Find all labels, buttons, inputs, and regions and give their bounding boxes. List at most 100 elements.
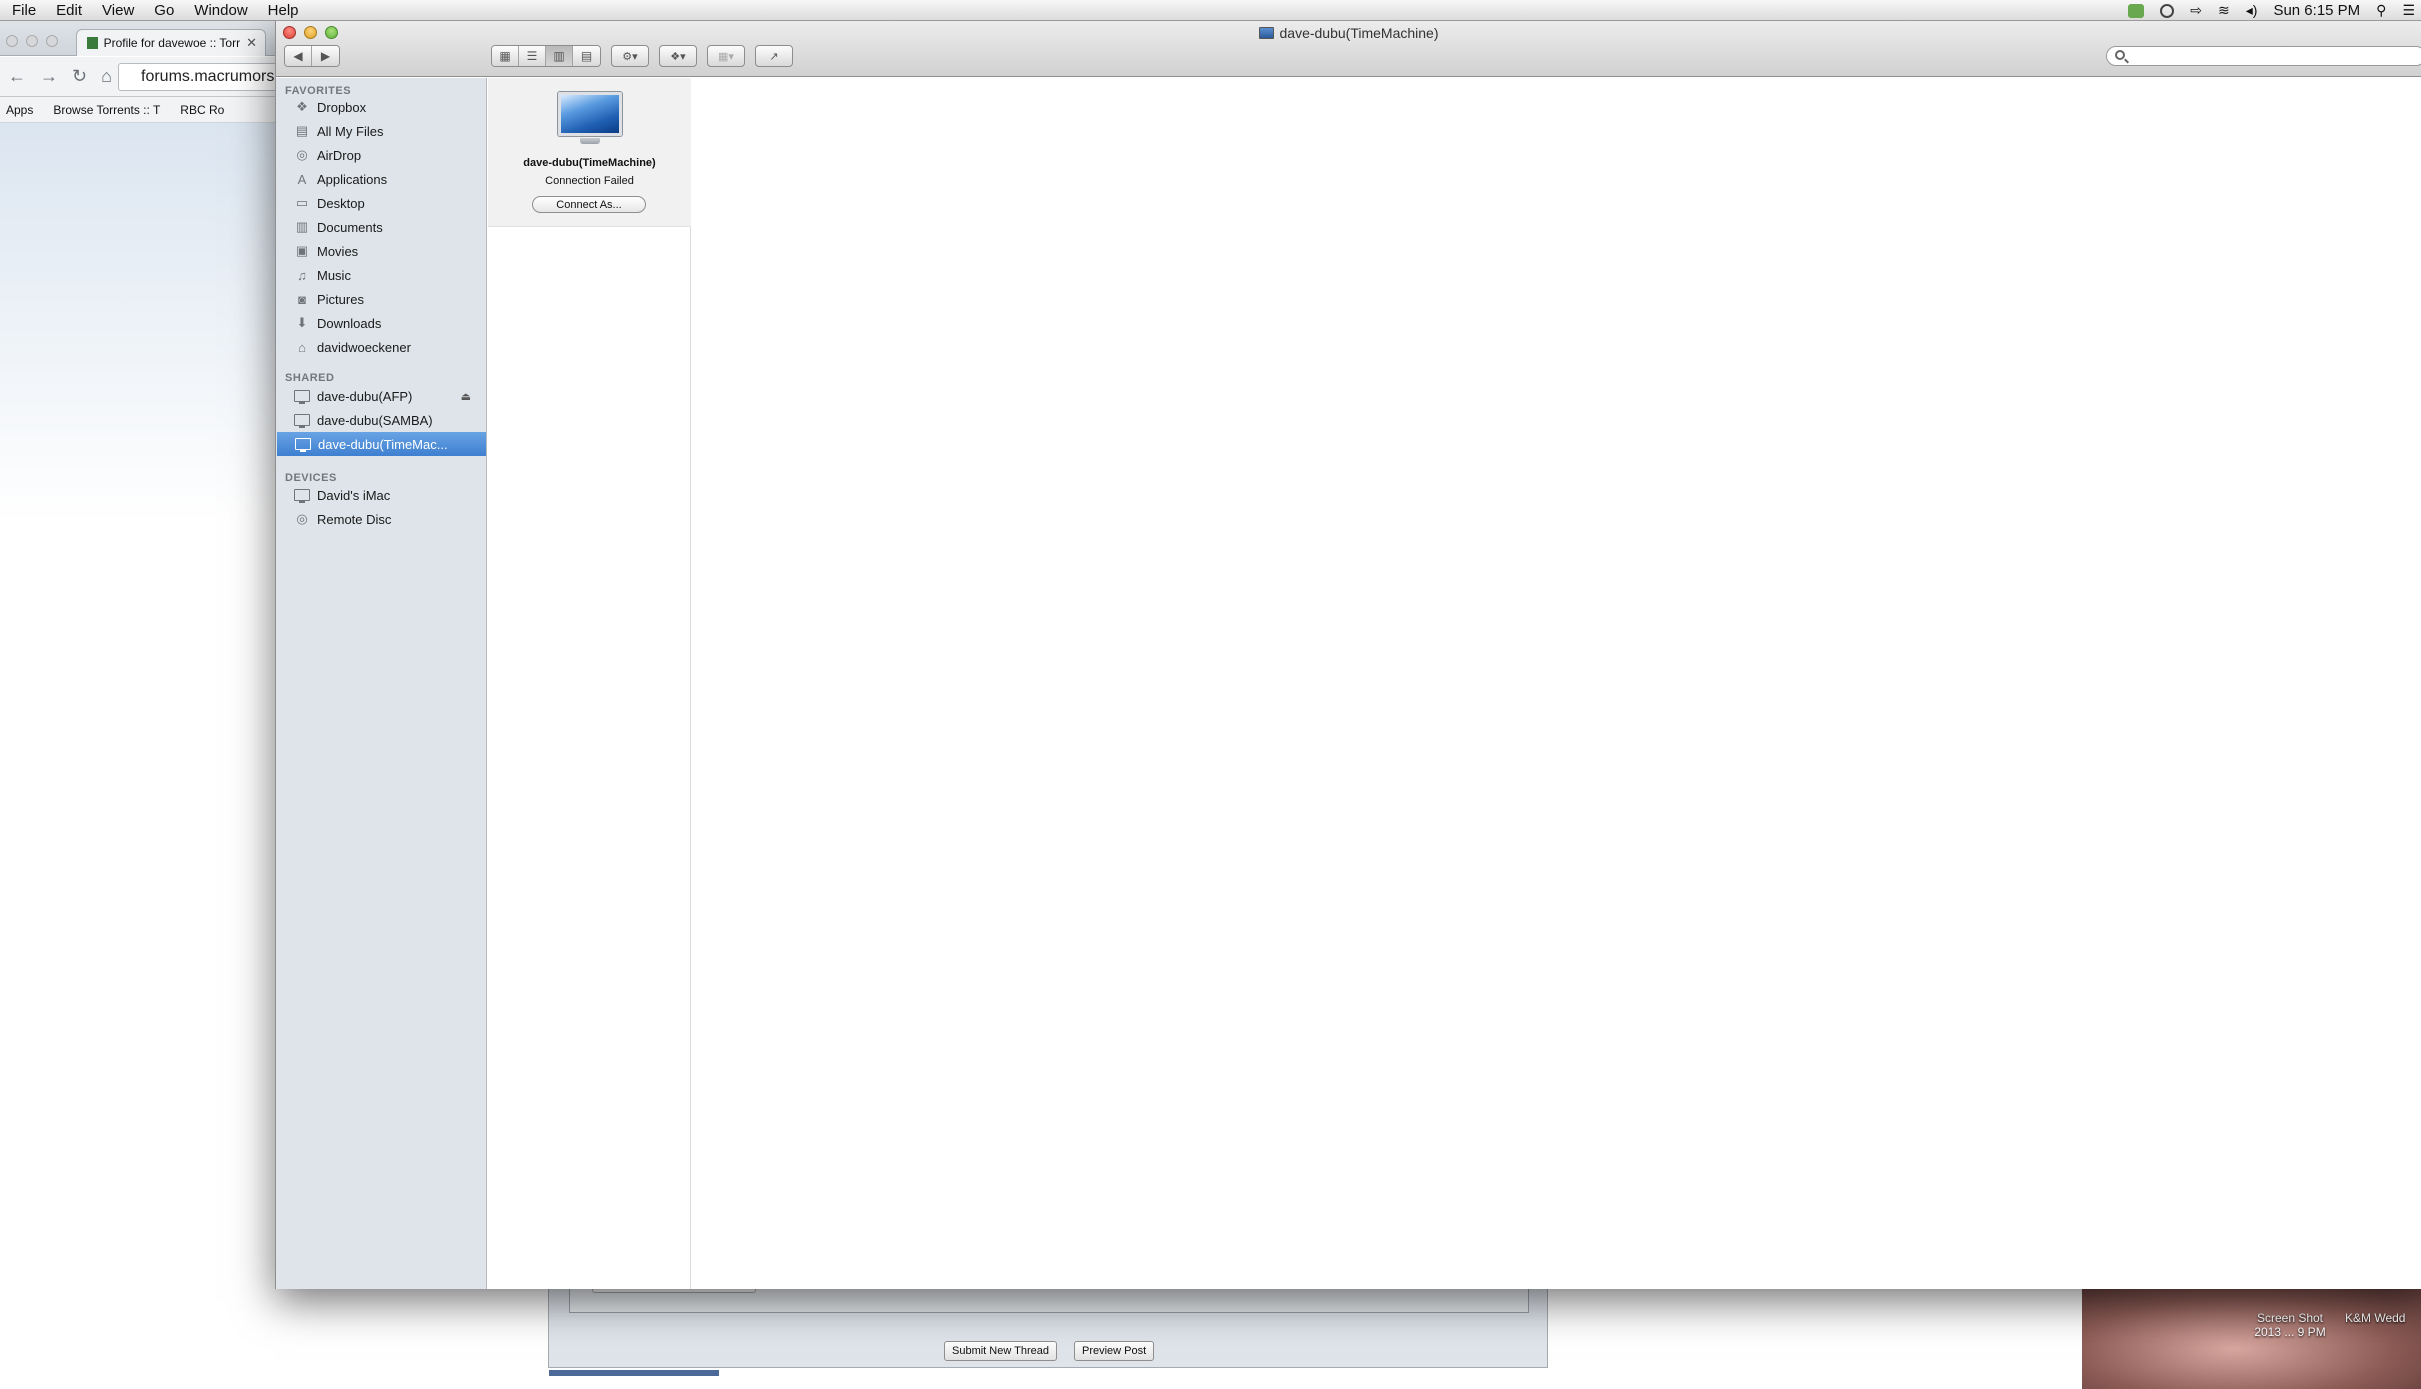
browser-close-icon[interactable] [6, 35, 18, 47]
arrange-button[interactable]: ▦▾ [707, 45, 745, 67]
sidebar-item-dave-dubu-timemachine[interactable]: dave-dubu(TimeMac... [277, 432, 486, 456]
sidebar-item-davids-imac[interactable]: David's iMac [276, 483, 487, 507]
back-forward-control: ◀ ▶ [284, 45, 340, 67]
finder-window: dave-dubu(TimeMachine) ◀ ▶ ▦ ☰ ▥ ▤ ⚙▾ ❖▾… [275, 21, 2421, 1289]
shared-header: SHARED [285, 372, 335, 384]
menu-help[interactable]: Help [258, 2, 309, 19]
notification-icon[interactable]: ☰ [2402, 2, 2415, 19]
wifi-icon[interactable]: ≋ [2218, 2, 2230, 19]
monitor-icon [294, 388, 310, 404]
airdrop-icon: ◎ [296, 147, 308, 162]
menu-go[interactable]: Go [144, 2, 184, 19]
sidebar-item-pictures[interactable]: ◙ Pictures [276, 287, 487, 311]
dropbox-icon: ❖▾ [670, 50, 686, 63]
share-button[interactable]: ↗ [755, 45, 793, 67]
music-icon: ♫ [297, 267, 307, 283]
bookmark-browse-torrents[interactable]: Browse Torrents :: T [53, 103, 160, 117]
volume-icon[interactable]: ◂) [2246, 2, 2258, 19]
pictures-icon: ◙ [298, 291, 306, 307]
eject-icon[interactable]: ⏏ [461, 390, 471, 403]
downloads-icon: ⬇ [296, 315, 308, 330]
menu-file[interactable]: File [0, 2, 46, 19]
bookmark-rbc[interactable]: RBC Ro [180, 103, 224, 117]
window-title: dave-dubu(TimeMachine) [276, 25, 2421, 41]
menu-view[interactable]: View [92, 2, 144, 19]
sidebar-item-downloads[interactable]: ⬇ Downloads [276, 311, 487, 335]
sidebar-item-airdrop[interactable]: ◎ AirDrop [276, 143, 487, 167]
menu-clock[interactable]: Sun 6:15 PM [2273, 2, 2360, 19]
sidebar-item-applications[interactable]: A Applications [276, 167, 487, 191]
server-monitor-icon [558, 92, 622, 144]
sidebar-item-documents[interactable]: ▥ Documents [276, 215, 487, 239]
back-arrow-icon[interactable]: ◀ [285, 46, 312, 66]
connection-status: Connection Failed [545, 175, 634, 187]
menu-extras: ⇨ ≋ ◂) Sun 6:15 PM ⚲ ☰ [2128, 0, 2415, 21]
browser-zoom-icon[interactable] [46, 35, 58, 47]
time-machine-icon[interactable] [2160, 3, 2175, 18]
menu-edit[interactable]: Edit [46, 2, 92, 19]
forward-arrow-icon[interactable]: ▶ [312, 46, 339, 66]
dropbox-button[interactable]: ❖▾ [659, 45, 697, 67]
menu-window[interactable]: Window [184, 2, 257, 19]
list-view-icon[interactable]: ☰ [519, 46, 546, 66]
sidebar-item-label: davidwoeckener [317, 339, 411, 355]
documents-icon: ▥ [295, 219, 309, 234]
dropbox-status-icon[interactable] [2128, 3, 2145, 18]
connect-as-button[interactable]: Connect As... [532, 196, 646, 213]
server-info-panel: dave-dubu(TimeMachine) Connection Failed… [488, 78, 691, 227]
sidebar-item-label: Music [317, 267, 351, 283]
sidebar-item-home[interactable]: ⌂ davidwoeckener [276, 335, 487, 359]
applications-icon: A [297, 171, 307, 187]
reload-icon[interactable]: ↻ [72, 66, 87, 87]
cover-flow-icon[interactable]: ▤ [573, 46, 600, 66]
sidebar-item-remote-disc[interactable]: ◎ Remote Disc [276, 507, 487, 531]
sidebar-item-movies[interactable]: ▣ Movies [276, 239, 487, 263]
monitor-icon [295, 436, 311, 452]
sidebar-item-desktop[interactable]: ▭ Desktop [276, 191, 487, 215]
home-icon[interactable]: ⌂ [101, 66, 112, 87]
desktop-file-wedding[interactable]: K&M Wedd [2345, 1311, 2421, 1325]
dropbox-icon: ❖ [296, 99, 308, 114]
submit-new-thread-button[interactable]: Submit New Thread [944, 1341, 1058, 1361]
server-name: dave-dubu(TimeMachine) [523, 157, 656, 169]
sidebar-item-label: David's iMac [317, 487, 391, 503]
back-icon[interactable]: ← [8, 66, 26, 87]
disc-icon: ◎ [296, 511, 308, 526]
desktop-file-label-1: Screen Shot [2256, 1311, 2324, 1325]
sidebar-item-music[interactable]: ♫ Music [276, 263, 487, 287]
monitor-icon [294, 487, 310, 503]
search-icon [2115, 50, 2125, 60]
desktop-wallpaper [2082, 1289, 2421, 1389]
sidebar-item-label: Documents [317, 219, 383, 235]
browser-minimize-icon[interactable] [26, 35, 38, 47]
sidebar-item-label: AirDrop [317, 147, 362, 163]
spotlight-icon[interactable]: ⚲ [2376, 2, 2386, 19]
sidebar-item-label: Desktop [317, 195, 365, 211]
desktop-file-screenshot[interactable]: Screen Shot 2013 ... 9 PM [2240, 1311, 2340, 1339]
sidebar-item-dave-dubu-afp[interactable]: dave-dubu(AFP) ⏏ [276, 384, 487, 408]
tab-close-icon[interactable]: ✕ [246, 35, 257, 51]
forward-icon[interactable]: → [40, 66, 58, 87]
menu-bar: File Edit View Go Window Help ⇨ ≋ ◂) Sun… [0, 0, 2421, 21]
desktop-icon: ▭ [295, 195, 309, 210]
preview-post-button[interactable]: Preview Post [1074, 1341, 1155, 1361]
browser-tab[interactable]: Profile for davewoe :: Torr ✕ [76, 29, 266, 56]
action-button[interactable]: ⚙▾ [611, 45, 649, 67]
sidebar-item-all-my-files[interactable]: ▤ All My Files [276, 119, 487, 143]
monitor-icon [294, 412, 310, 428]
sidebar-item-label: Dropbox [317, 99, 367, 115]
sidebar-item-label: Movies [317, 243, 359, 259]
sidebar-item-dave-dubu-samba[interactable]: dave-dubu(SAMBA) [276, 408, 487, 432]
icon-view-icon[interactable]: ▦ [492, 46, 519, 66]
sidebar-item-label: Applications [317, 171, 388, 187]
column-view-icon[interactable]: ▥ [546, 46, 573, 66]
sidebar-item-dropbox[interactable]: ❖ Dropbox [276, 95, 487, 119]
bookmark-apps[interactable]: Apps [6, 103, 33, 117]
airplay-icon[interactable]: ⇨ [2190, 2, 2202, 19]
window-title-text: dave-dubu(TimeMachine) [1279, 25, 1439, 41]
search-field[interactable] [2106, 46, 2421, 66]
browser-window-controls [6, 35, 58, 47]
sidebar-item-label: Remote Disc [317, 511, 392, 527]
home-icon: ⌂ [298, 339, 306, 355]
movies-icon: ▣ [295, 243, 309, 258]
